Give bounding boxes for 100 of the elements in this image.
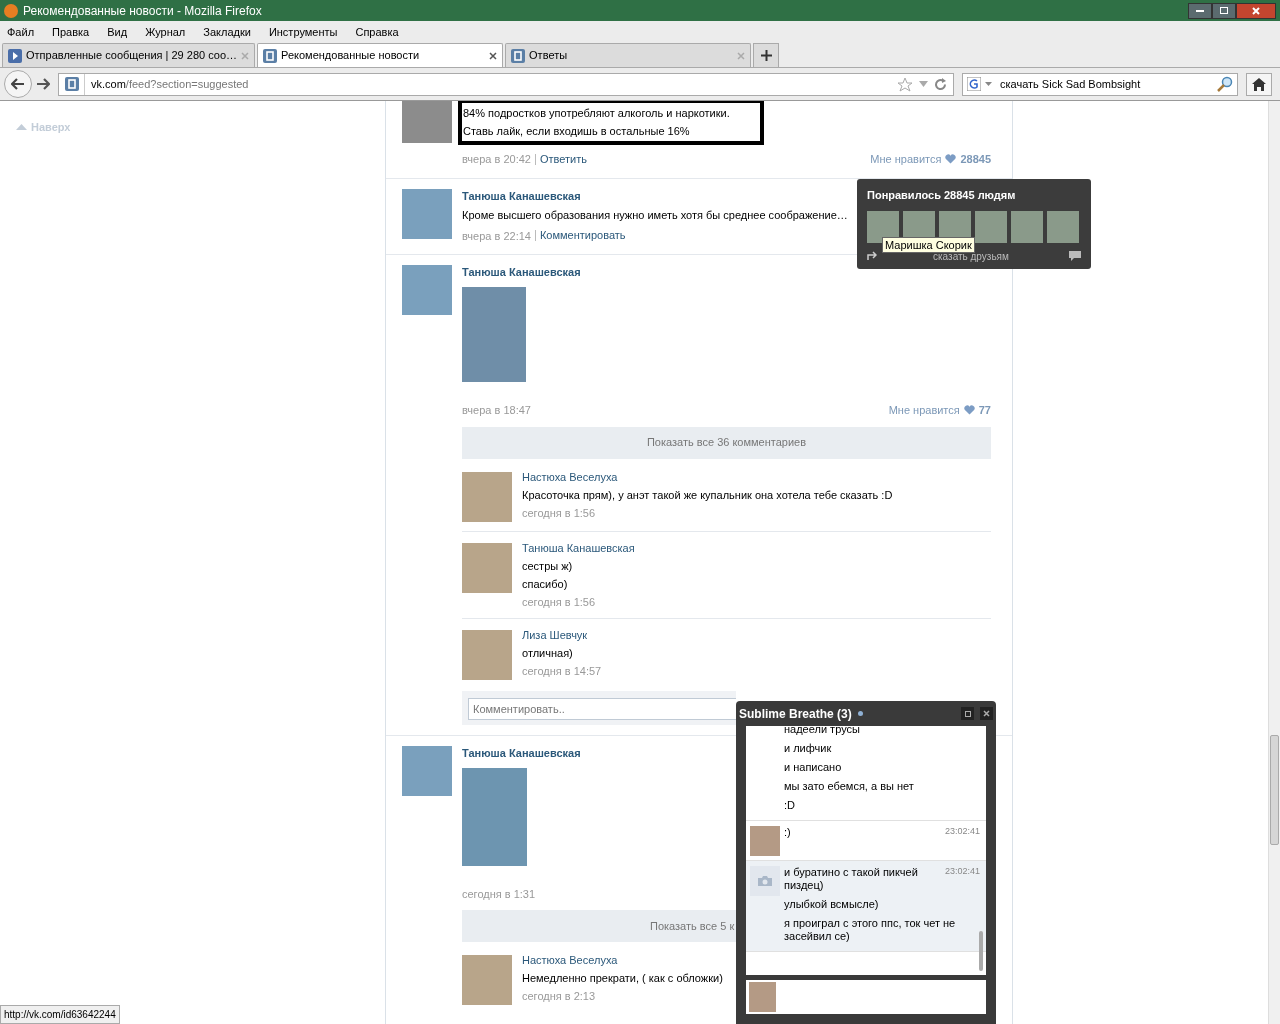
like-count: 28845 — [960, 152, 991, 167]
browser-tab[interactable]: Рекомендованные новости — [257, 43, 504, 67]
menu-item[interactable]: Журнал — [145, 23, 186, 41]
menu-item[interactable]: Справка — [355, 23, 399, 41]
message-time: 23:02:41 — [944, 825, 980, 838]
photo-placeholder — [867, 210, 899, 243]
back-button[interactable] — [4, 70, 32, 98]
comment-time: сегодня в 1:56 — [522, 505, 597, 520]
comment-author[interactable]: Лиза Шевчук — [522, 627, 602, 642]
minimize-button[interactable] — [1188, 2, 1212, 19]
menu-item[interactable]: Инструменты — [268, 23, 338, 41]
chat-message: мы зато ебемся, а вы нет — [784, 780, 914, 793]
maximize-button[interactable] — [961, 707, 974, 720]
photo-placeholder — [402, 265, 452, 315]
post-time: сегодня в 1:31 — [462, 886, 536, 902]
logo-icon — [511, 48, 526, 63]
search-icon[interactable] — [1217, 76, 1233, 92]
logo-icon — [263, 48, 278, 63]
post-author[interactable]: Танюша Канашевская — [462, 265, 581, 279]
chat-message: я проиграл с этого ппс, ток чет не засейвил се) — [784, 917, 957, 943]
star-icon[interactable] — [897, 76, 913, 92]
triangle-up-icon — [16, 124, 27, 131]
show-comments-bar[interactable]: Показать все 36 комментариев — [462, 426, 991, 459]
home-icon — [1252, 77, 1266, 91]
heart-icon — [963, 405, 975, 416]
close-icon[interactable] — [489, 51, 498, 60]
photo-placeholder — [402, 101, 452, 143]
comment-text: сестры ж) — [522, 558, 574, 573]
post-author[interactable]: Танюша Канашевская — [462, 745, 581, 760]
post-text: Кроме высшего образования нужно иметь хотя бы среднее соображение… — [462, 207, 849, 222]
photo-placeholder — [402, 745, 452, 796]
share-icon[interactable] — [867, 251, 877, 261]
restore-button[interactable] — [1212, 2, 1236, 19]
window-title: Рекомендованные новости - Mozilla Firefox — [23, 2, 262, 20]
dropdown-icon[interactable] — [985, 82, 992, 86]
photo-placeholder — [749, 982, 776, 1012]
reply-link[interactable]: Комментировать — [534, 230, 626, 242]
chat-message: и лифчик — [784, 742, 832, 755]
plus-icon — [760, 50, 772, 61]
comment-time: сегодня в 2:13 — [522, 989, 597, 1003]
photo-placeholder — [462, 542, 512, 593]
play-icon — [8, 48, 22, 63]
menu-item[interactable]: Закладки — [203, 23, 251, 41]
close-button[interactable] — [980, 707, 993, 720]
reload-icon[interactable] — [934, 77, 947, 91]
chat-message: :) — [784, 826, 791, 839]
post-text: 84% подростков употребляют алкоголь и наркотики. — [463, 106, 731, 120]
scrollbar[interactable] — [1268, 101, 1280, 1024]
photo-placeholder — [462, 629, 512, 680]
like-count: 77 — [978, 403, 991, 418]
address-bar[interactable]: vk.com/feed?section=suggested — [58, 72, 954, 96]
browser-logo-icon — [4, 3, 18, 18]
photo-placeholder — [462, 471, 512, 522]
comment-author[interactable]: Танюша Канашевская — [522, 540, 635, 555]
home-button[interactable] — [1246, 72, 1272, 96]
camera-icon — [757, 875, 773, 887]
tooltip: Маришка Скорик — [882, 237, 975, 253]
reply-link[interactable]: Ответить — [534, 153, 587, 165]
close-icon — [983, 710, 990, 717]
comment-text: Немедленно прекрати, ( как с обложки) — [522, 971, 723, 985]
comment-author[interactable]: Настюха Веселуха — [522, 469, 893, 484]
post-time: вчера в 18:47 — [462, 403, 531, 418]
photo-placeholder — [1047, 210, 1079, 243]
comment-author[interactable]: Настюха Веселуха — [522, 953, 723, 967]
post-author[interactable]: Танюша Канашевская — [462, 188, 581, 203]
comment-text: отличная) — [522, 645, 574, 660]
chat-message: и написано — [784, 761, 842, 774]
post-time: вчера в 22:14 — [462, 228, 531, 244]
photo-placeholder — [402, 188, 452, 239]
arrow-right-icon[interactable] — [36, 78, 50, 90]
browser-tab[interactable]: Ответы — [505, 43, 752, 67]
menu-item[interactable]: Файл — [7, 23, 35, 41]
photo-placeholder — [975, 210, 1007, 243]
arrow-left-icon — [11, 78, 25, 90]
close-button[interactable] — [1236, 2, 1276, 19]
chat-message: надеели трусы — [784, 726, 860, 736]
new-tab-button[interactable] — [753, 43, 780, 67]
popup-title: Понравилось 28845 людям — [867, 188, 1017, 203]
comment-icon[interactable] — [1069, 251, 1081, 261]
logo-icon — [64, 77, 79, 91]
close-icon — [1252, 6, 1260, 15]
comment-text: спасибо) — [522, 576, 569, 591]
chat-message: улыбкой всмысле) — [784, 898, 879, 911]
comment-time: сегодня в 14:57 — [522, 663, 602, 678]
photo-placeholder — [462, 955, 512, 1005]
comment-time: сегодня в 1:56 — [522, 594, 597, 609]
photo-placeholder — [1011, 210, 1043, 243]
browser-tab[interactable]: Отправленные сообщения | 29 280 соо… — [2, 43, 256, 67]
message-time: 23:02:41 — [944, 865, 980, 878]
comment-input[interactable]: Комментировать.. — [468, 697, 736, 720]
chat-title: Sublime Breathe (3) — [739, 705, 852, 723]
show-comments-bar[interactable]: Показать все 5 к — [462, 910, 736, 942]
chat-message: и буратино с такой пикчей пиздец) — [784, 866, 919, 892]
menu-item[interactable]: Вид — [107, 23, 128, 41]
heart-icon — [945, 154, 957, 165]
post-time: вчера в 20:42 — [462, 152, 531, 167]
status-bar: http://vk.com/id63642244 — [0, 1005, 120, 1024]
search-field[interactable]: скачать Sick Sad Bombsight — [962, 72, 1238, 96]
menu-item[interactable]: Правка — [52, 23, 90, 41]
comment-text: Красоточка прям), у анэт такой же купальник она хотела тебе сказать :D — [522, 487, 893, 502]
